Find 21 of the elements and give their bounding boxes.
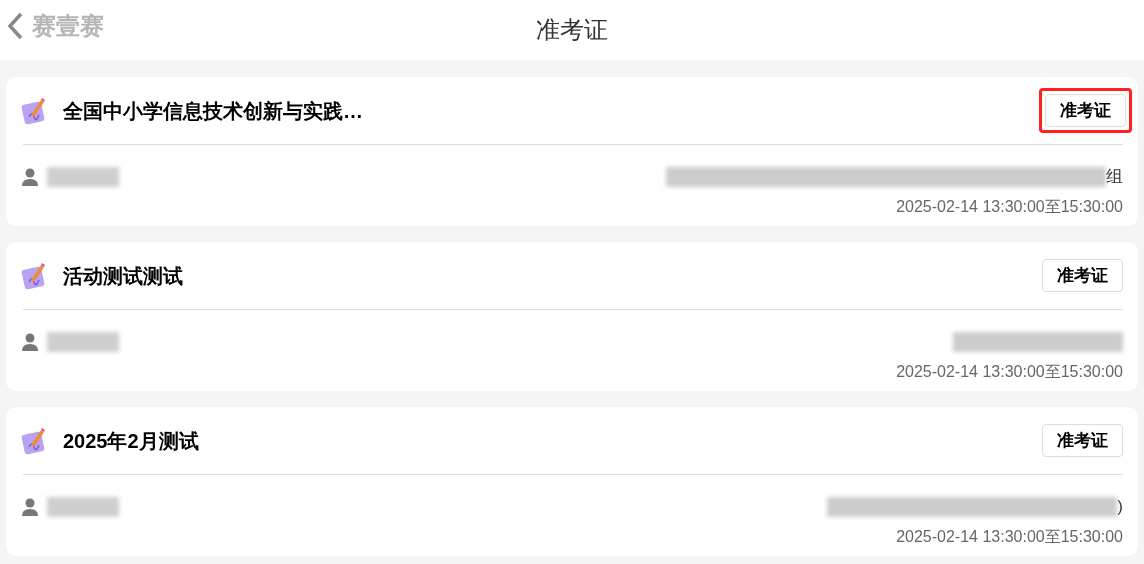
page-title: 准考证: [536, 15, 608, 45]
admission-ticket-button[interactable]: 准考证: [1042, 424, 1123, 457]
person-icon: [21, 333, 39, 351]
exam-title: 活动测试测试: [63, 263, 183, 289]
redacted-name: [47, 167, 119, 187]
exam-title: 全国中小学信息技术创新与实践…: [63, 98, 363, 124]
admission-ticket-button[interactable]: 准考证: [1042, 259, 1123, 292]
exam-time: 2025-02-14 13:30:00至15:30:00: [896, 527, 1123, 547]
redacted-name: [47, 332, 119, 352]
exam-title: 2025年2月测试: [63, 428, 199, 454]
admission-ticket-button[interactable]: 准考证: [1045, 94, 1126, 127]
info-text: 组: [1106, 166, 1123, 189]
pencil-note-icon: [21, 261, 47, 290]
info-text: ): [1117, 496, 1123, 519]
pencil-note-icon: [21, 96, 47, 125]
redacted-name: [47, 497, 119, 517]
exam-time: 2025-02-14 13:30:00至15:30:00: [896, 197, 1123, 217]
pencil-note-icon: [21, 426, 47, 455]
exam-time: 2025-02-14 13:30:00至15:30:00: [896, 362, 1123, 382]
person-icon: [21, 168, 39, 186]
person-icon: [21, 498, 39, 516]
